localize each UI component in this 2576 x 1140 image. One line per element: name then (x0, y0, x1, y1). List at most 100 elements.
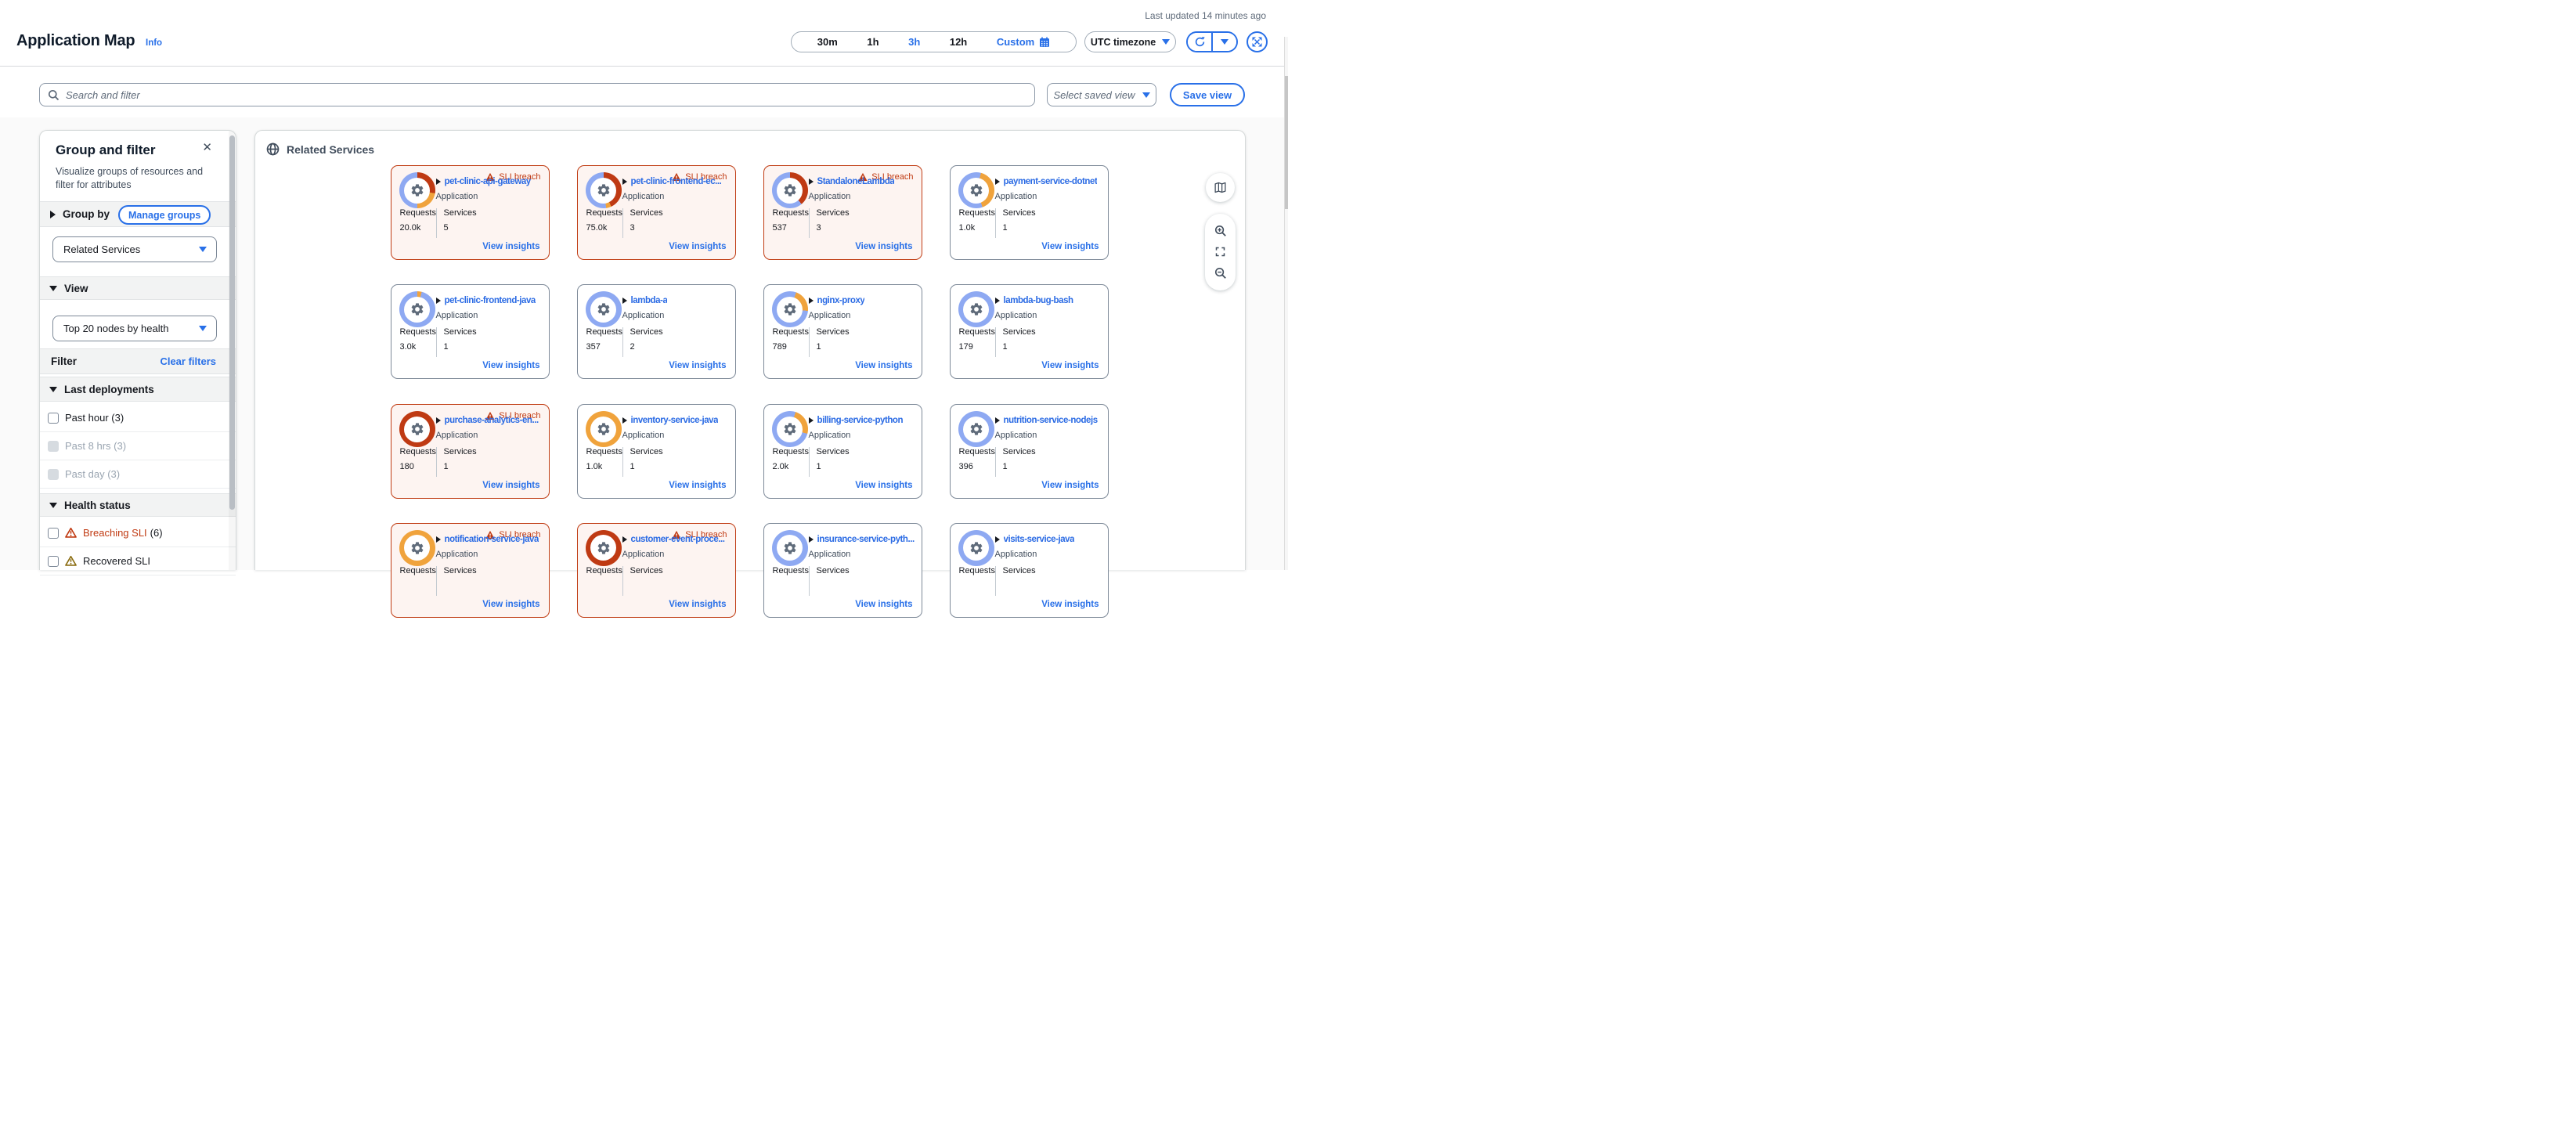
save-view-button[interactable]: Save view (1170, 83, 1245, 106)
view-insights-link[interactable]: View insights (482, 481, 539, 490)
view-insights-link[interactable]: View insights (482, 242, 539, 251)
time-range-1h[interactable]: 1h (867, 36, 879, 48)
view-insights-link[interactable]: View insights (855, 600, 912, 609)
checkbox[interactable] (48, 528, 59, 539)
view-insights-link[interactable]: View insights (669, 481, 726, 490)
deployment-filter-option[interactable]: Past hour (3) (40, 404, 236, 432)
service-name-link[interactable]: pet-clinic-api-gateway (445, 177, 531, 186)
page-scrollbar-track[interactable] (1284, 37, 1288, 570)
expand-node-icon[interactable] (809, 298, 814, 304)
expand-node-icon[interactable] (995, 298, 1000, 304)
view-insights-link[interactable]: View insights (855, 361, 912, 370)
service-name-link[interactable]: nutrition-service-nodejs (1004, 416, 1098, 425)
service-name-link[interactable]: purchase-analytics-en... (445, 416, 539, 425)
health-status-filter-option[interactable]: Recovered SLI (40, 547, 236, 575)
expand-node-icon[interactable] (809, 179, 814, 185)
expand-node-icon[interactable] (622, 298, 627, 304)
view-insights-link[interactable]: View insights (855, 481, 912, 490)
service-card[interactable]: SLI breach billing-service-python Applic… (763, 404, 922, 499)
search-input[interactable] (66, 89, 1026, 101)
service-name-link[interactable]: StandaloneLambda (817, 177, 895, 186)
view-insights-link[interactable]: View insights (1041, 242, 1099, 251)
service-card[interactable]: SLI breach visits-service-java Applicati… (950, 523, 1109, 618)
view-section-header[interactable]: View (40, 276, 236, 300)
service-name-link[interactable]: nginx-proxy (817, 296, 865, 305)
service-name-link[interactable]: payment-service-dotnet (1004, 177, 1098, 186)
checkbox[interactable] (48, 413, 59, 424)
health-status-section-header[interactable]: Health status (40, 493, 236, 517)
expand-node-icon[interactable] (809, 417, 814, 424)
page-scrollbar-thumb[interactable] (1285, 76, 1288, 209)
service-name-link[interactable]: insurance-service-pyth... (817, 535, 915, 544)
time-range-30m[interactable]: 30m (817, 36, 838, 48)
view-insights-link[interactable]: View insights (482, 361, 539, 370)
service-card[interactable]: SLI breach inventory-service-java Applic… (577, 404, 736, 499)
view-insights-link[interactable]: View insights (1041, 481, 1099, 490)
application-map-canvas[interactable]: Related Services SLI breach pet-clinic-a… (254, 130, 1246, 570)
service-card[interactable]: SLI breach StandaloneLambda Application … (763, 165, 922, 260)
service-name-link[interactable]: pet-clinic-frontend-ec... (631, 177, 722, 186)
service-card[interactable]: SLI breach insurance-service-pyth... App… (763, 523, 922, 618)
last-deployments-section-header[interactable]: Last deployments (40, 377, 236, 402)
view-insights-link[interactable]: View insights (1041, 361, 1099, 370)
service-card[interactable]: SLI breach payment-service-dotnet Applic… (950, 165, 1109, 260)
deployment-filter-option[interactable]: Past 8 hrs (3) (40, 432, 236, 460)
time-range-12h[interactable]: 12h (950, 36, 967, 48)
zoom-out-button[interactable] (1214, 267, 1227, 280)
expand-node-icon[interactable] (995, 179, 1000, 185)
expand-node-icon[interactable] (436, 417, 441, 424)
view-insights-link[interactable]: View insights (482, 600, 539, 609)
service-card[interactable]: SLI breach nginx-proxy Application Reque… (763, 284, 922, 379)
service-name-link[interactable]: notification-service-java (445, 535, 539, 544)
service-card[interactable]: SLI breach nutrition-service-nodejs Appl… (950, 404, 1109, 499)
time-range-3h[interactable]: 3h (908, 36, 920, 48)
clear-filters-link[interactable]: Clear filters (160, 355, 216, 367)
refresh-options-button[interactable] (1213, 33, 1236, 51)
service-name-link[interactable]: visits-service-java (1004, 535, 1075, 544)
sidebar-scrollbar-track[interactable] (229, 131, 236, 570)
service-card[interactable]: SLI breach notification-service-java App… (391, 523, 550, 618)
expand-node-icon[interactable] (622, 536, 627, 543)
expand-node-icon[interactable] (436, 298, 441, 304)
expand-node-icon[interactable] (995, 417, 1000, 424)
expand-node-icon[interactable] (995, 536, 1000, 543)
refresh-button[interactable] (1188, 33, 1211, 51)
timezone-select[interactable]: UTC timezone (1084, 31, 1176, 52)
expand-node-icon[interactable] (809, 536, 814, 543)
checkbox[interactable] (48, 441, 59, 452)
map-legend-button[interactable] (1206, 173, 1235, 202)
health-status-filter-option[interactable]: Breaching SLI (6) (40, 519, 236, 547)
service-name-link[interactable]: lambda-a (631, 296, 668, 305)
info-link[interactable]: Info (146, 38, 162, 48)
service-card[interactable]: SLI breach lambda-bug-bash Application R… (950, 284, 1109, 379)
service-name-link[interactable]: billing-service-python (817, 416, 904, 425)
search-filter-box[interactable] (39, 83, 1035, 106)
zoom-in-button[interactable] (1214, 225, 1227, 237)
view-insights-link[interactable]: View insights (855, 242, 912, 251)
service-card[interactable]: SLI breach pet-clinic-api-gateway Applic… (391, 165, 550, 260)
service-name-link[interactable]: pet-clinic-frontend-java (445, 296, 536, 305)
custom-range-button[interactable]: Custom (997, 36, 1050, 48)
view-insights-link[interactable]: View insights (669, 600, 726, 609)
sidebar-scrollbar-thumb[interactable] (229, 135, 235, 510)
service-card[interactable]: SLI breach lambda-a Application Requests… (577, 284, 736, 379)
manage-groups-button[interactable]: Manage groups (118, 205, 211, 225)
expand-node-icon[interactable] (622, 417, 627, 424)
service-card[interactable]: SLI breach purchase-analytics-en... Appl… (391, 404, 550, 499)
view-insights-link[interactable]: View insights (1041, 600, 1099, 609)
expand-map-button[interactable] (1247, 31, 1268, 52)
view-insights-link[interactable]: View insights (669, 242, 726, 251)
group-by-section-header[interactable]: Group by Manage groups (40, 201, 236, 227)
expand-node-icon[interactable] (622, 179, 627, 185)
expand-node-icon[interactable] (436, 179, 441, 185)
deployment-filter-option[interactable]: Past day (3) (40, 460, 236, 489)
saved-view-select[interactable]: Select saved view (1047, 83, 1156, 106)
close-icon[interactable]: ✕ (202, 142, 212, 153)
service-card[interactable]: SLI breach customer-event-proce... Appli… (577, 523, 736, 618)
view-insights-link[interactable]: View insights (669, 361, 726, 370)
service-name-link[interactable]: customer-event-proce... (631, 535, 725, 544)
service-name-link[interactable]: inventory-service-java (631, 416, 719, 425)
service-card[interactable]: SLI breach pet-clinic-frontend-java Appl… (391, 284, 550, 379)
service-name-link[interactable]: lambda-bug-bash (1004, 296, 1073, 305)
service-card[interactable]: SLI breach pet-clinic-frontend-ec... App… (577, 165, 736, 260)
